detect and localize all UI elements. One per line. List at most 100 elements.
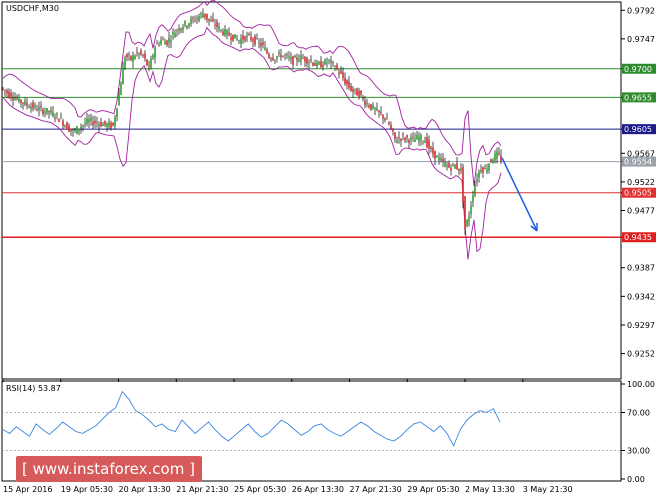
candle-body bbox=[366, 103, 368, 104]
candle-body bbox=[454, 164, 456, 169]
candle-body bbox=[184, 20, 186, 26]
candle-body bbox=[490, 159, 492, 162]
candle-body bbox=[462, 166, 464, 203]
candle-body bbox=[46, 108, 48, 113]
candle-body bbox=[482, 167, 484, 173]
candle-body bbox=[148, 65, 150, 67]
candle-body bbox=[60, 118, 62, 119]
candle-body bbox=[436, 155, 438, 158]
candle-body bbox=[100, 122, 102, 127]
candle-body bbox=[468, 216, 470, 222]
candle-body bbox=[488, 164, 490, 171]
candle-body bbox=[86, 118, 88, 124]
candle-body bbox=[260, 43, 262, 47]
candle-body bbox=[242, 35, 244, 40]
candle-body bbox=[362, 98, 364, 100]
candle-body bbox=[396, 140, 398, 143]
candle-body bbox=[108, 122, 110, 127]
candle-body bbox=[360, 90, 362, 95]
price-tick-label: 0.9297 bbox=[627, 321, 655, 330]
candle-body bbox=[214, 24, 216, 26]
candle-body bbox=[272, 57, 274, 60]
candle-body bbox=[174, 33, 176, 38]
candle-body bbox=[434, 150, 436, 160]
candle-body bbox=[22, 102, 24, 104]
candle-body bbox=[216, 21, 218, 28]
candle-body bbox=[146, 59, 148, 66]
time-tick-label: 20 Apr 13:30 bbox=[119, 485, 171, 494]
candle-body bbox=[196, 18, 198, 19]
candle-body bbox=[32, 102, 34, 109]
candle-body bbox=[290, 56, 292, 60]
candle-body bbox=[388, 122, 390, 125]
candle-body bbox=[296, 57, 298, 61]
candle-body bbox=[232, 34, 234, 41]
candle-body bbox=[432, 147, 434, 155]
candle-body bbox=[298, 59, 300, 62]
candle-body bbox=[382, 114, 384, 119]
candle-body bbox=[172, 31, 174, 34]
candle-body bbox=[406, 135, 408, 138]
candle-body bbox=[348, 81, 350, 88]
candle-body bbox=[302, 58, 304, 59]
candle-body bbox=[182, 27, 184, 30]
rsi-title: RSI(14) 53.87 bbox=[6, 384, 61, 393]
candle-body bbox=[458, 168, 460, 172]
candle-body bbox=[438, 157, 440, 161]
candle-body bbox=[398, 137, 400, 139]
candle-body bbox=[82, 125, 84, 127]
candle-body bbox=[400, 138, 402, 141]
candle-body bbox=[246, 35, 248, 37]
candle-body bbox=[90, 117, 92, 121]
candle-body bbox=[476, 179, 478, 182]
candle-body bbox=[186, 25, 188, 28]
candle-body bbox=[144, 53, 146, 59]
candle-body bbox=[50, 110, 52, 113]
rsi-tick-label: 30.00 bbox=[627, 447, 650, 456]
price-axis: 0.97920.97470.97000.96550.96050.95670.95… bbox=[621, 6, 655, 359]
candle-body bbox=[14, 98, 16, 100]
candle-body bbox=[34, 105, 36, 108]
candle-body bbox=[486, 169, 488, 173]
candle-body bbox=[266, 49, 268, 54]
candle-body bbox=[122, 67, 124, 85]
candle-body bbox=[358, 90, 360, 98]
candle-body bbox=[48, 110, 50, 113]
candle-body bbox=[494, 153, 496, 161]
candle-body bbox=[140, 50, 142, 55]
candle-body bbox=[78, 129, 80, 132]
candle-body bbox=[248, 33, 250, 35]
price-tick-label: 0.9747 bbox=[627, 35, 655, 44]
candle-body bbox=[356, 88, 358, 96]
candle-body bbox=[16, 98, 18, 100]
time-tick-label: 15 Apr 2016 bbox=[3, 485, 52, 494]
candle-body bbox=[8, 91, 10, 98]
candle-body bbox=[378, 110, 380, 113]
candle-body bbox=[270, 58, 272, 60]
candle-body bbox=[80, 126, 82, 129]
candle-body bbox=[120, 83, 122, 95]
candle-body bbox=[284, 54, 286, 56]
candle-body bbox=[56, 113, 58, 115]
time-tick-label: 25 Apr 05:30 bbox=[234, 485, 286, 494]
candle-body bbox=[98, 124, 100, 127]
candle-body bbox=[2, 87, 4, 89]
candle-body bbox=[306, 57, 308, 64]
candle-body bbox=[158, 44, 160, 46]
candle-body bbox=[150, 58, 152, 70]
candle-body bbox=[240, 38, 242, 44]
candle-body bbox=[346, 79, 348, 85]
candle-body bbox=[288, 56, 290, 58]
candle-body bbox=[160, 39, 162, 45]
candle-body bbox=[316, 62, 318, 67]
candle-body bbox=[206, 13, 208, 20]
candle-body bbox=[220, 29, 222, 31]
time-tick-label: 29 Apr 05:30 bbox=[407, 485, 459, 494]
candle-body bbox=[342, 72, 344, 79]
candle-body bbox=[54, 117, 56, 119]
candle-body bbox=[336, 64, 338, 70]
candle-body bbox=[154, 47, 156, 58]
candle-body bbox=[114, 117, 116, 127]
candle-body bbox=[138, 53, 140, 55]
rsi-tick-label: 70.00 bbox=[627, 409, 650, 418]
